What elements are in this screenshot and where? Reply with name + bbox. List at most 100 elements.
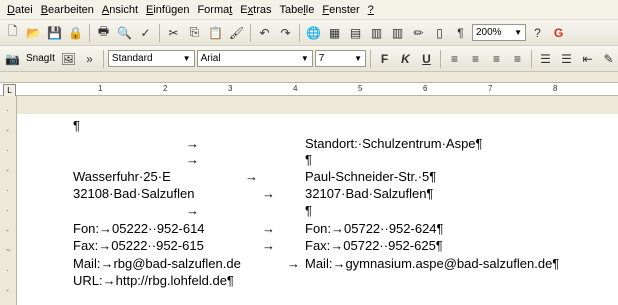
menu-help[interactable]: ? [364, 4, 378, 16]
tab-arrow: → [287, 256, 300, 271]
address-right: Fax:→05722··952-625¶ [305, 238, 443, 253]
chevron-down-icon: ▼ [182, 54, 191, 63]
style-value: Standard [111, 53, 153, 64]
drawing-icon[interactable]: ✏ [409, 23, 428, 42]
tab-arrow: → [262, 221, 275, 236]
menu-bearbeiten[interactable]: Bearbeiten [37, 4, 98, 16]
undo-icon[interactable]: ↶ [255, 23, 274, 42]
paragraph-mark: ¶ [73, 118, 80, 133]
tab-arrow: → [245, 169, 258, 184]
snagit-label[interactable]: SnagIt [24, 53, 57, 64]
columns-icon[interactable]: ▥ [388, 23, 407, 42]
menu-fenster[interactable]: Fenster [318, 4, 363, 16]
separator [89, 23, 90, 42]
ruler-number: 6 [423, 84, 428, 93]
address-right: Paul-Schneider-Str.·5¶ [305, 169, 437, 184]
address-left: URL:→http://rbg.lohfeld.de¶ [73, 273, 234, 288]
paste-icon[interactable]: 📋 [206, 23, 225, 42]
permission-icon[interactable]: 🔒 [66, 23, 85, 42]
snagit-capture-icon[interactable]: 🖼 [59, 49, 78, 68]
menu-datei[interactable]: Datei [3, 4, 37, 16]
ruler-number: 5 [358, 84, 363, 93]
insert-excel-icon[interactable]: ▥ [367, 23, 386, 42]
numbering-icon[interactable]: ☰ [536, 49, 555, 68]
cut-icon[interactable]: ✂ [164, 23, 183, 42]
decrease-indent-icon[interactable]: ⇤ [578, 49, 597, 68]
chevron-down-icon: ▼ [300, 54, 309, 63]
align-left-icon[interactable]: ≡ [445, 49, 464, 68]
address-left: Fax:→05222··952-615 [73, 238, 204, 253]
justify-icon[interactable]: ≡ [508, 49, 527, 68]
ruler-number: 7 [488, 84, 493, 93]
separator [370, 49, 371, 68]
tab-arrow: → [262, 238, 275, 253]
redo-icon[interactable]: ↷ [276, 23, 295, 42]
insert-table-icon[interactable]: ▤ [346, 23, 365, 42]
ruler-tick: · [6, 106, 9, 115]
ruler-tick: - [6, 126, 9, 135]
italic-button[interactable]: K [396, 49, 415, 68]
ruler-number: 2 [163, 84, 168, 93]
font-dropdown[interactable]: Arial ▼ [196, 50, 313, 67]
chevron-down-icon: ▼ [514, 28, 522, 37]
address-right: ¶ [305, 203, 312, 218]
zoom-value: 200% [476, 27, 502, 38]
menu-extras[interactable]: Extras [236, 4, 275, 16]
separator [102, 49, 104, 68]
horizontal-ruler[interactable]: 1 2 3 4 5 6 7 8 [0, 82, 618, 96]
show-formatting-icon[interactable]: ¶ [451, 23, 470, 42]
bold-button[interactable]: F [375, 49, 394, 68]
address-left: Fon:→05222··952-614 [73, 221, 205, 236]
address-right: Mail:→gymnasium.aspe@bad-salzuflen.de¶ [305, 256, 560, 271]
ruler-number: 8 [553, 84, 558, 93]
align-center-icon[interactable]: ≡ [466, 49, 485, 68]
copy-icon[interactable]: ⎘ [185, 23, 204, 42]
ruler-number: 1 [98, 84, 103, 93]
spelling-icon[interactable]: ✓ [136, 23, 155, 42]
print-icon[interactable]: 🖶 [94, 23, 113, 42]
tab-arrow: → [262, 186, 275, 201]
highlight-icon[interactable]: ✎ [599, 49, 618, 68]
separator [531, 49, 532, 68]
format-painter-icon[interactable]: 🖌 [227, 23, 246, 42]
tab-arrow: → [186, 136, 199, 151]
address-right: Standort:·Schulzentrum·Aspe¶ [305, 136, 483, 151]
research-icon[interactable]: G [549, 23, 568, 42]
toolbar-options-icon[interactable]: » [80, 49, 99, 68]
ruler-tick: - [6, 286, 9, 295]
formatting-toolbar: 📷 SnagIt 🖼 » Standard ▼ Arial ▼ 7 ▼ F K U ≡… [0, 46, 618, 72]
underline-button[interactable]: U [417, 49, 436, 68]
menu-einfügen[interactable]: Einfügen [142, 4, 193, 16]
ruler-number: 3 [228, 84, 233, 93]
address-right: Fon:→05722··952-624¶ [305, 221, 444, 236]
snagit-icon[interactable]: 📷 [3, 49, 22, 68]
chevron-down-icon: ▼ [354, 54, 362, 63]
hyperlink-icon[interactable]: 🌐 [304, 23, 323, 42]
address-right: 32107·Bad·Salzuflen¶ [305, 186, 434, 201]
tables-borders-icon[interactable]: ▦ [325, 23, 344, 42]
open-folder-icon[interactable]: 📂 [24, 23, 43, 42]
document-map-icon[interactable]: ▯ [430, 23, 449, 42]
tab-arrow: → [186, 152, 199, 167]
menu-ansicht[interactable]: Ansicht [98, 4, 142, 16]
print-preview-icon[interactable]: 🔍 [115, 23, 134, 42]
menu-bar: Datei Bearbeiten Ansicht Einfügen Format Extr… [0, 0, 618, 20]
address-left: 32108·Bad·Salzuflen [73, 186, 195, 201]
save-icon[interactable]: 💾 [45, 23, 64, 42]
address-left: Mail:→rbg@bad-salzuflen.de [73, 256, 241, 271]
menu-tabelle[interactable]: Tabelle [275, 4, 318, 16]
separator [299, 23, 300, 42]
style-dropdown[interactable]: Standard ▼ [107, 50, 195, 67]
menu-format[interactable]: Format [193, 4, 236, 16]
help-icon[interactable]: ? [528, 23, 547, 42]
ruler-tick: - [6, 226, 9, 235]
ruler-tick: · [6, 146, 9, 155]
new-document-icon[interactable]: 🗋 [3, 23, 22, 42]
ruler-tick: ~ [6, 246, 11, 255]
page-margin [17, 96, 618, 114]
zoom-dropdown[interactable]: 200% ▼ [472, 24, 526, 41]
align-right-icon[interactable]: ≡ [487, 49, 506, 68]
bullets-icon[interactable]: ☰ [557, 49, 576, 68]
standard-toolbar: 🗋 📂 💾 🔒 🖶 🔍 ✓ ✂ ⎘ 📋 🖌 ↶ ↷ 🌐 ▦ ▤ ▥ ▥ ✏ ▯ ¶ 200% ▼? G [0, 20, 618, 46]
font-size-dropdown[interactable]: 7 ▼ [314, 50, 366, 67]
